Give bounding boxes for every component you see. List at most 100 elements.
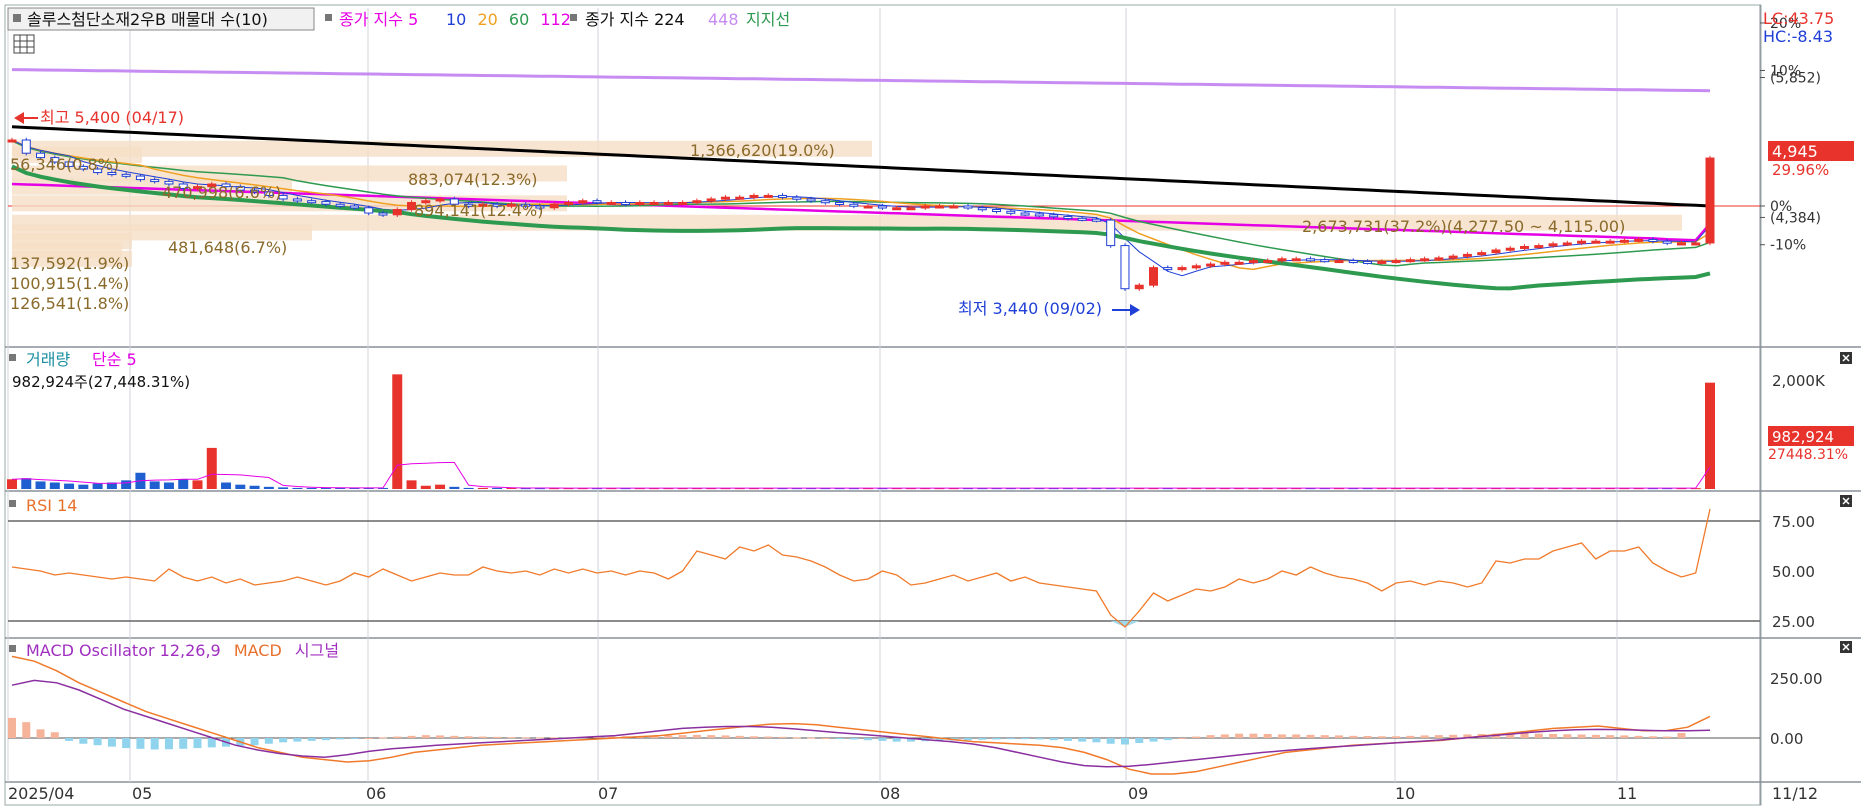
macd-oscillator-bar [1149,738,1158,742]
candle-body [1034,213,1044,217]
macd-oscillator-bar [421,735,430,738]
volume-profile-label: 883,074(12.3%) [408,170,537,189]
candle-body [663,201,673,205]
current-price: 4,945 [1772,142,1818,161]
volume-bar [7,479,17,489]
macd-oscillator-bar [1363,735,1372,738]
low-annotation: 최저 3,440 (09/02) [958,299,1102,318]
macd-oscillator-bar [478,736,487,738]
macd-oscillator-bar [1634,735,1643,738]
volume-bar [35,481,46,489]
candle-body [1177,267,1187,271]
candle-body [1391,260,1401,264]
rsi-tick-label: 25.00 [1772,613,1815,631]
candle-body [1277,258,1287,262]
volume-bar [435,484,446,489]
candle-body [720,196,730,200]
price-tick-label: (5,852) [1770,71,1821,87]
macd-oscillator-bar [878,738,887,741]
candle-body [307,200,317,204]
candle-body [392,209,402,216]
volume-profile-label: 894,141(12.4%) [414,201,543,220]
macd-oscillator-bar [307,738,316,741]
current-change: 29.96% [1772,161,1829,179]
macd-oscillator-bar [1335,735,1344,738]
macd-oscillator-bar [36,729,45,738]
candle-body [792,196,802,200]
macd-oscillator-bar [150,738,159,750]
macd-oscillator-bar [807,737,816,739]
candle-body [578,200,588,204]
volume-bar [249,485,260,489]
macd-oscillator-bar [1377,736,1386,738]
volume-profile-label: 470,998(6.6%) [162,183,281,202]
candle-body [150,179,160,183]
candle-body [635,201,645,205]
volume-bar [406,480,417,489]
close-icon[interactable] [1840,495,1852,507]
macd-oscillator-bar [721,735,730,738]
ma-periods[interactable]: 10 20 60 112 [446,10,571,29]
volume-ma-label[interactable]: 단순 5 [92,350,137,369]
candle-body [1305,258,1315,262]
grid-icon[interactable] [13,34,35,54]
volume-bar [463,487,474,489]
square-icon [13,14,21,22]
candle-body [1477,252,1487,256]
volume-bar [64,483,75,489]
macd-oscillator-bar [1163,738,1172,741]
candle-body [1591,240,1601,244]
macd-oscillator-bar [1106,738,1115,744]
candle-body [1676,242,1686,246]
candle-body [321,201,331,205]
candle-body [135,175,145,181]
volume-bar [235,484,246,489]
macd-oscillator-bar [1063,738,1072,741]
ma2-period-448[interactable]: 448 [708,10,739,29]
ma-label[interactable]: 종가 지수 5 [339,10,418,29]
candle-body [706,198,716,202]
support-label[interactable]: 지지선 [746,10,790,29]
macd-oscillator-bar [407,735,416,738]
macd-oscillator-bar [1092,738,1101,743]
candle-body [1149,267,1159,286]
candle-body [877,205,887,209]
close-icon[interactable] [1840,352,1852,364]
volume-title[interactable]: 거래량 [26,350,70,369]
candle-body [7,139,17,143]
macd-oscillator-bar [1349,735,1358,738]
rsi-title[interactable]: RSI 14 [26,496,77,515]
macd-oscillator-bar [1006,738,1015,740]
macd-oscillator-bar [535,737,544,739]
macd-oscillator-bar [1120,738,1129,745]
macd-oscillator-bar [136,738,145,749]
candle-body [863,205,873,209]
candle-body [1377,260,1387,264]
candle-body [1405,259,1415,263]
macd-oscillator-bar [8,717,16,738]
x-axis-label: 10 [1395,784,1415,803]
volume-bar [78,484,89,489]
candle-body [1134,284,1144,290]
close-icon[interactable] [1840,641,1852,653]
macd-oscillator-bar [1591,734,1600,738]
macd-oscillator-bar [821,738,830,739]
macd-title[interactable]: MACD Oscillator 12,26,9 MACD 시그널 [26,641,339,660]
macd-oscillator-bar [122,738,131,749]
macd-oscillator-bar [1263,733,1272,738]
ma2-label[interactable]: 종가 지수 224 [585,10,685,29]
candle-body [1434,257,1444,261]
x-axis-label: 11/12 [1772,784,1818,803]
candle-body [1534,245,1544,249]
macd-oscillator-bar [1449,734,1458,738]
candle-body [1120,245,1130,290]
macd-oscillator-bar [436,735,445,738]
macd-oscillator-bar [1035,738,1044,740]
volume-bar [263,486,274,489]
macd-oscillator-bar [1606,735,1615,738]
candle-body [849,203,859,207]
macd-oscillator-bar [1220,734,1229,738]
macd-tick-label: 250.00 [1770,670,1823,688]
candle-body [1006,210,1016,214]
square-icon [9,354,16,361]
